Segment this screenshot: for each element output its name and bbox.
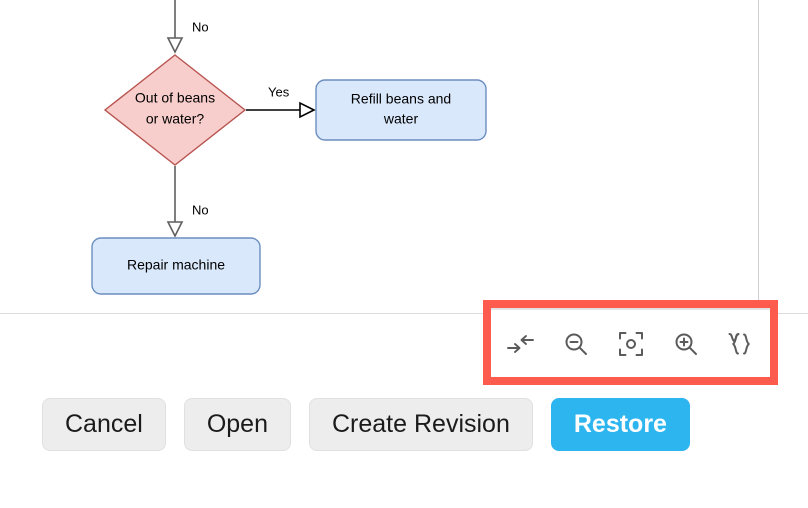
node-decision-line2: or water? xyxy=(146,111,205,127)
restore-button[interactable]: Restore xyxy=(550,398,690,451)
node-refill-line2: water xyxy=(383,111,419,127)
node-decision-line1: Out of beans xyxy=(135,90,215,106)
node-refill-line1: Refill beans and xyxy=(351,91,451,107)
edit-source-button[interactable] xyxy=(724,327,758,361)
fit-to-page-button[interactable] xyxy=(504,327,538,361)
create-revision-button[interactable]: Create Revision xyxy=(309,398,533,451)
zoom-in-icon xyxy=(672,330,700,358)
edge-label-no-top: No xyxy=(192,19,209,34)
zoom-toolbar-highlight-box xyxy=(483,300,778,385)
node-process-repair[interactable]: Repair machine xyxy=(91,237,261,295)
diagram-canvas[interactable]: No Out of beans or water? Yes Refill bea… xyxy=(0,0,808,313)
reset-view-button[interactable] xyxy=(614,327,648,361)
node-decision-out-of-beans[interactable]: Out of beans or water? xyxy=(103,54,247,166)
braces-icon xyxy=(727,330,755,358)
node-process-refill[interactable]: Refill beans and water xyxy=(315,79,487,141)
edge-label-yes: Yes xyxy=(268,84,290,99)
fit-arrows-icon xyxy=(506,332,536,356)
reset-view-icon xyxy=(617,330,645,358)
flowchart-svg: No Out of beans or water? Yes Refill bea… xyxy=(91,0,487,295)
node-repair-line1: Repair machine xyxy=(127,257,225,273)
footer-button-bar: Cancel Open Create Revision Restore xyxy=(0,398,808,468)
open-button[interactable]: Open xyxy=(183,398,291,451)
zoom-in-button[interactable] xyxy=(669,327,703,361)
edge-label-no-bottom: No xyxy=(192,202,209,217)
zoom-out-button[interactable] xyxy=(559,327,593,361)
zoom-toolbar xyxy=(491,308,770,377)
cancel-button[interactable]: Cancel xyxy=(42,398,166,451)
edge-decision-to-refill: Yes xyxy=(246,84,316,119)
edge-decision-to-repair: No xyxy=(166,166,209,238)
edge-top-into-decision: No xyxy=(166,0,209,54)
panel-vertical-divider xyxy=(758,0,759,313)
zoom-out-icon xyxy=(562,330,590,358)
